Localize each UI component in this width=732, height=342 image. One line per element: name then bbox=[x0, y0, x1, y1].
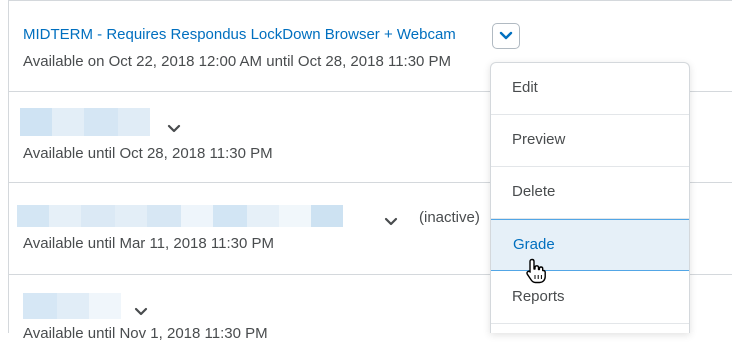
menu-item-grade[interactable]: Grade bbox=[491, 219, 689, 271]
menu-item-label: Reports bbox=[512, 288, 565, 305]
quiz-actions-button[interactable] bbox=[492, 23, 520, 49]
menu-item-label: Edit bbox=[512, 79, 538, 96]
menu-item-delete[interactable]: Delete bbox=[491, 167, 689, 219]
status-badge: (inactive) bbox=[419, 209, 480, 226]
quiz-title-link[interactable] bbox=[23, 293, 121, 319]
menu-item-label: Preview bbox=[512, 131, 566, 148]
menu-item-reports[interactable]: Reports bbox=[491, 272, 689, 324]
availability-text: Available until Nov 1, 2018 11:30 PM bbox=[23, 325, 268, 342]
menu-item-preview[interactable]: Preview bbox=[491, 115, 689, 167]
quiz-title-link[interactable] bbox=[17, 205, 343, 227]
menu-item-label: Grade bbox=[513, 236, 555, 253]
menu-item-label: Delete bbox=[512, 183, 556, 200]
chevron-down-icon[interactable] bbox=[134, 304, 148, 322]
quiz-context-menu: Edit Preview Delete Grade Reports bbox=[490, 62, 690, 333]
availability-text: Available until Oct 28, 2018 11:30 PM bbox=[23, 145, 273, 162]
hand-pointer-icon bbox=[525, 258, 547, 289]
chevron-down-icon[interactable] bbox=[167, 121, 181, 139]
availability-text: Available until Mar 11, 2018 11:30 PM bbox=[23, 235, 274, 252]
menu-item-edit[interactable]: Edit bbox=[491, 63, 689, 115]
availability-text: Available on Oct 22, 2018 12:00 AM until… bbox=[23, 53, 452, 70]
chevron-down-icon[interactable] bbox=[384, 214, 398, 232]
quiz-title-link[interactable]: MIDTERM - Requires Respondus LockDown Br… bbox=[23, 26, 456, 43]
quiz-title-link[interactable] bbox=[20, 108, 150, 136]
